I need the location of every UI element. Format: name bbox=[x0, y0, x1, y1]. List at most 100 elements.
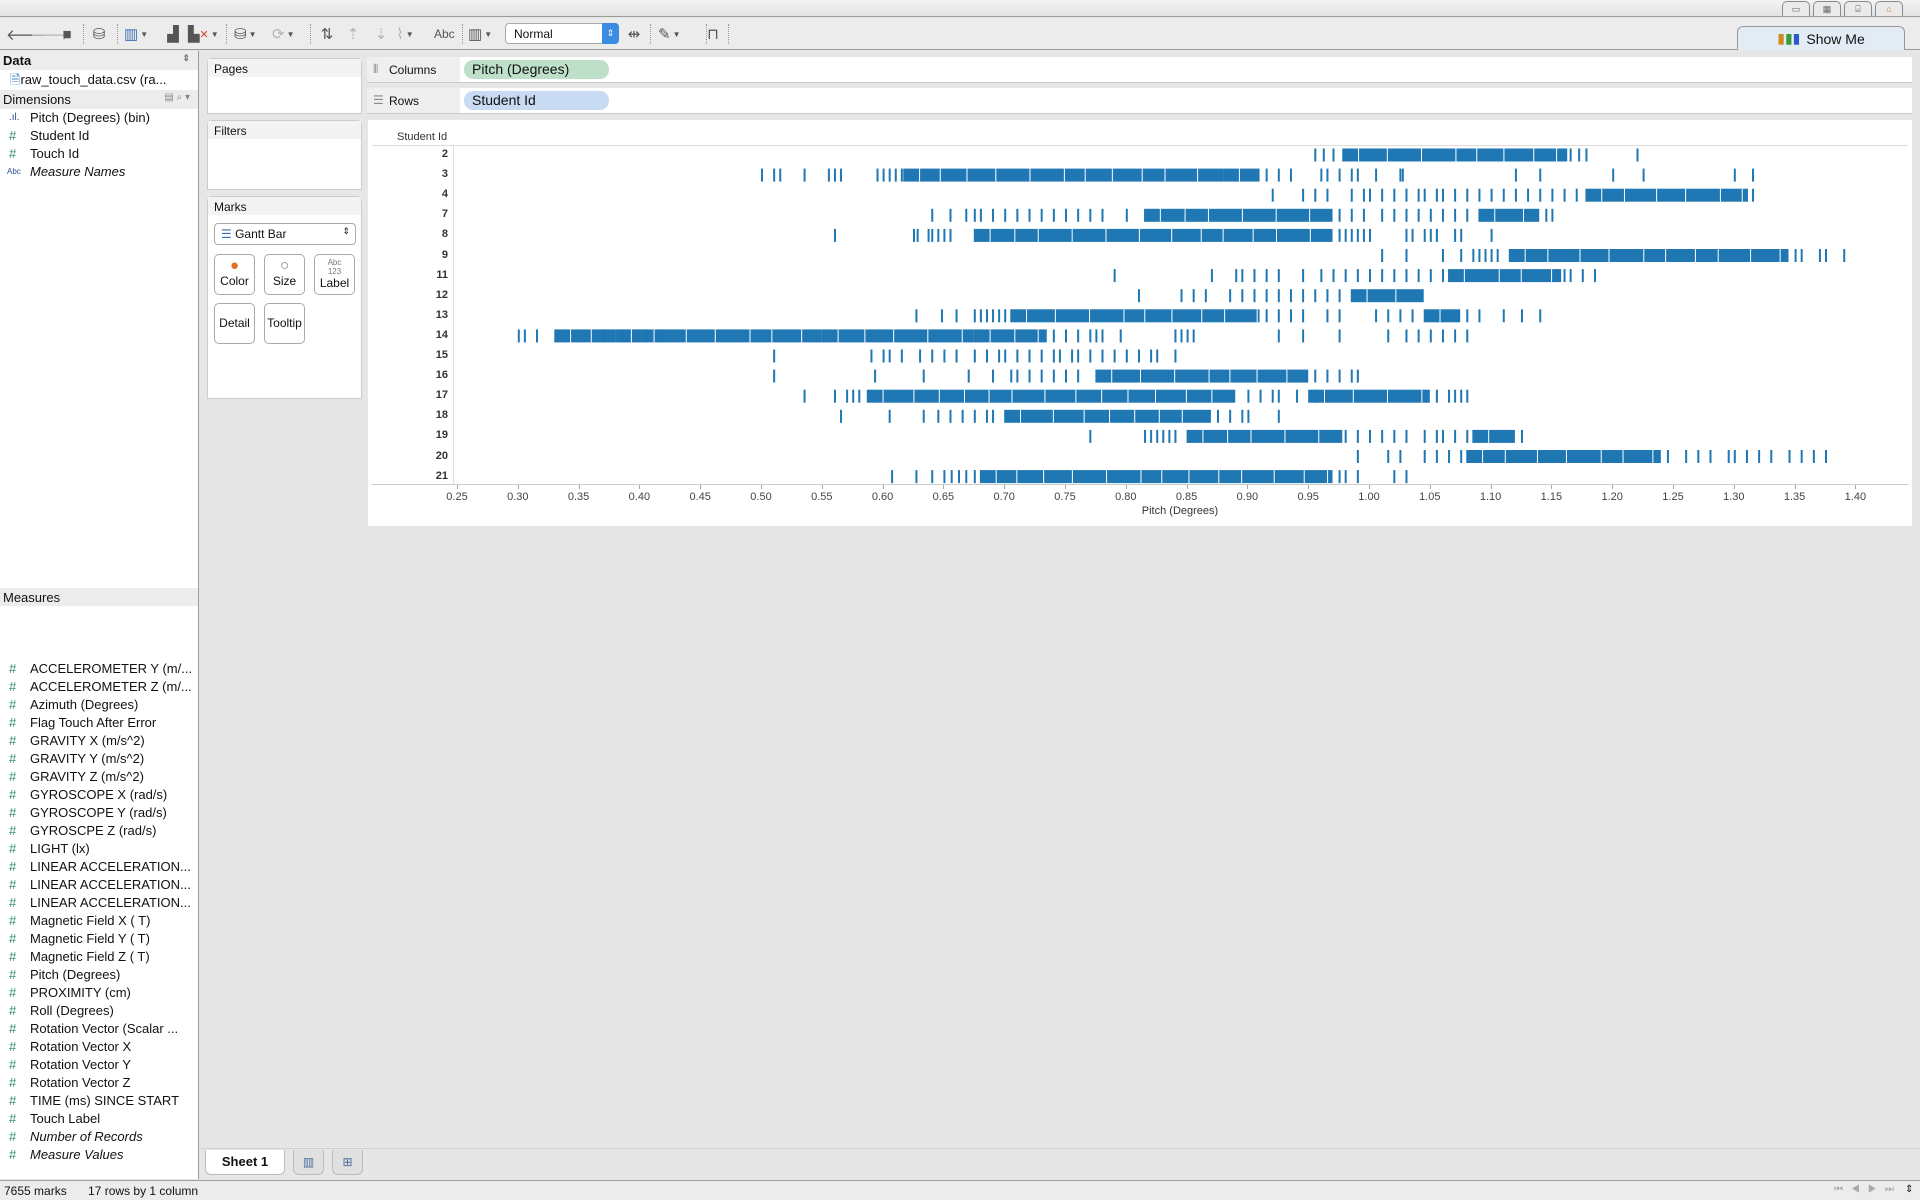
gantt-block[interactable] bbox=[554, 329, 616, 343]
gantt-mark[interactable] bbox=[1332, 148, 1335, 162]
gantt-mark[interactable] bbox=[1004, 208, 1007, 222]
gantt-mark[interactable] bbox=[1065, 329, 1067, 343]
gantt-mark[interactable] bbox=[1448, 389, 1451, 403]
gantt-mark[interactable] bbox=[1077, 329, 1080, 343]
gantt-mark[interactable] bbox=[517, 329, 520, 343]
gantt-block[interactable] bbox=[1144, 208, 1333, 222]
gantt-mark[interactable] bbox=[803, 168, 806, 182]
gantt-mark[interactable] bbox=[888, 168, 891, 182]
gantt-mark[interactable] bbox=[1289, 289, 1292, 303]
gantt-mark[interactable] bbox=[1539, 188, 1542, 202]
gantt-mark[interactable] bbox=[1265, 168, 1268, 182]
gantt-mark[interactable] bbox=[1302, 188, 1305, 202]
gantt-mark[interactable] bbox=[992, 309, 995, 323]
gantt-mark[interactable] bbox=[1322, 148, 1325, 162]
gantt-mark[interactable] bbox=[1636, 148, 1639, 162]
gantt-mark[interactable] bbox=[1545, 208, 1548, 222]
gantt-mark[interactable] bbox=[1356, 429, 1359, 443]
gantt-mark[interactable] bbox=[1733, 450, 1736, 463]
gantt-mark[interactable] bbox=[1271, 188, 1274, 202]
gantt-mark[interactable] bbox=[1514, 168, 1517, 182]
gantt-block[interactable] bbox=[1010, 309, 1260, 323]
gantt-mark[interactable] bbox=[992, 208, 995, 222]
gantt-mark[interactable] bbox=[1028, 369, 1031, 383]
gantt-mark[interactable] bbox=[1387, 450, 1390, 463]
gantt-mark[interactable] bbox=[1332, 269, 1335, 283]
gantt-mark[interactable] bbox=[955, 349, 958, 363]
gantt-mark[interactable] bbox=[1435, 429, 1438, 443]
gantt-mark[interactable] bbox=[1399, 309, 1402, 323]
gantt-mark[interactable] bbox=[1192, 329, 1195, 343]
gantt-mark[interactable] bbox=[1162, 429, 1165, 443]
gantt-mark[interactable] bbox=[874, 369, 877, 383]
gantt-mark[interactable] bbox=[1174, 429, 1177, 443]
gantt-mark[interactable] bbox=[998, 309, 1001, 323]
new-dashboard-icon[interactable]: ⊞ bbox=[332, 1150, 363, 1175]
gantt-mark[interactable] bbox=[1296, 389, 1299, 403]
gantt-mark[interactable] bbox=[1077, 349, 1080, 363]
gantt-mark[interactable] bbox=[1441, 208, 1444, 222]
new-worksheet-icon[interactable]: ▥ bbox=[293, 1150, 324, 1175]
gantt-mark[interactable] bbox=[1277, 389, 1280, 403]
gantt-mark[interactable] bbox=[1429, 329, 1432, 343]
gantt-mark[interactable] bbox=[1401, 168, 1404, 182]
gantt-mark[interactable] bbox=[761, 168, 763, 182]
gantt-mark[interactable] bbox=[1369, 269, 1371, 283]
gantt-mark[interactable] bbox=[1454, 429, 1457, 443]
gantt-block[interactable] bbox=[1308, 389, 1430, 403]
gantt-mark[interactable] bbox=[992, 409, 995, 423]
gantt-mark[interactable] bbox=[1271, 389, 1274, 403]
sheet-sorter-icon[interactable]: ⇕ bbox=[1905, 1184, 1913, 1195]
gantt-mark[interactable] bbox=[1058, 349, 1061, 363]
gantt-mark[interactable] bbox=[1423, 228, 1426, 242]
gantt-mark[interactable] bbox=[1478, 249, 1481, 262]
gantt-mark[interactable] bbox=[1277, 409, 1280, 423]
gantt-mark[interactable] bbox=[1441, 329, 1444, 343]
gantt-mark[interactable] bbox=[1441, 188, 1444, 202]
gantt-mark[interactable] bbox=[931, 470, 934, 484]
gantt-mark[interactable] bbox=[1387, 309, 1390, 323]
gantt-mark[interactable] bbox=[1752, 168, 1755, 182]
gantt-mark[interactable] bbox=[1089, 349, 1092, 363]
gantt-mark[interactable] bbox=[1356, 450, 1359, 463]
gantt-mark[interactable] bbox=[523, 329, 526, 343]
gantt-mark[interactable] bbox=[1788, 450, 1791, 463]
gantt-mark[interactable] bbox=[1350, 228, 1353, 242]
gantt-mark[interactable] bbox=[965, 208, 968, 222]
gantt-mark[interactable] bbox=[1344, 228, 1347, 242]
gantt-block[interactable] bbox=[973, 228, 1333, 242]
gantt-mark[interactable] bbox=[1417, 329, 1420, 343]
gantt-mark[interactable] bbox=[1612, 168, 1615, 182]
gantt-mark[interactable] bbox=[1825, 450, 1827, 463]
gantt-mark[interactable] bbox=[900, 349, 903, 363]
gantt-mark[interactable] bbox=[1362, 188, 1365, 202]
gantt-mark[interactable] bbox=[1010, 369, 1013, 383]
gantt-mark[interactable] bbox=[1575, 188, 1578, 202]
gantt-mark[interactable] bbox=[1119, 329, 1122, 343]
gantt-mark[interactable] bbox=[1423, 429, 1426, 443]
gantt-mark[interactable] bbox=[1089, 208, 1092, 222]
gantt-mark[interactable] bbox=[1514, 188, 1517, 202]
gantt-mark[interactable] bbox=[1405, 329, 1408, 343]
gantt-block[interactable] bbox=[1508, 249, 1789, 262]
gantt-mark[interactable] bbox=[1435, 188, 1438, 202]
gantt-mark[interactable] bbox=[1004, 309, 1007, 323]
gantt-mark[interactable] bbox=[1077, 208, 1080, 222]
sheet-nav-icons[interactable]: ⏮◀▶⏭ bbox=[1834, 1184, 1902, 1195]
gantt-mark[interactable] bbox=[1350, 208, 1353, 222]
gantt-mark[interactable] bbox=[1016, 349, 1019, 363]
gantt-block[interactable] bbox=[1095, 369, 1309, 383]
gantt-mark[interactable] bbox=[1502, 309, 1505, 323]
gantt-mark[interactable] bbox=[1393, 188, 1396, 202]
gantt-mark[interactable] bbox=[1435, 389, 1438, 403]
gantt-mark[interactable] bbox=[1326, 188, 1329, 202]
gantt-mark[interactable] bbox=[922, 369, 925, 383]
gantt-mark[interactable] bbox=[1593, 269, 1596, 283]
gantt-mark[interactable] bbox=[1186, 329, 1189, 343]
gantt-mark[interactable] bbox=[1585, 148, 1588, 162]
gantt-mark[interactable] bbox=[1709, 450, 1712, 463]
gantt-mark[interactable] bbox=[1338, 228, 1341, 242]
gantt-mark[interactable] bbox=[1411, 309, 1414, 323]
gantt-mark[interactable] bbox=[1752, 188, 1755, 202]
gantt-mark[interactable] bbox=[1441, 249, 1444, 262]
